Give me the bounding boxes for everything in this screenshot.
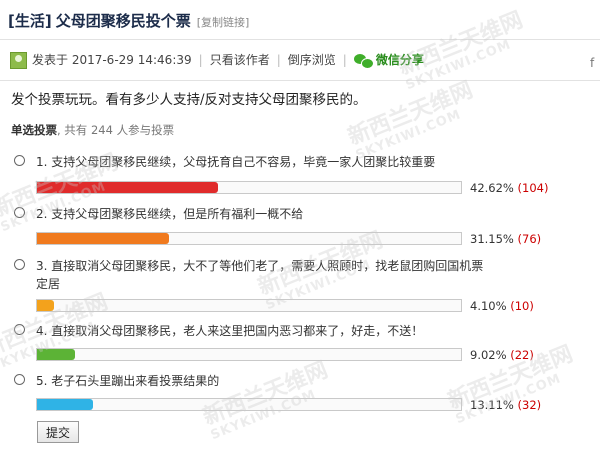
poll-option-radio[interactable] <box>14 207 25 218</box>
page-edge-glyph: f <box>590 56 595 70</box>
thread-title: 父母团聚移民投个票 <box>55 12 191 30</box>
poll-result-bar-fill <box>37 300 55 311</box>
poll-result-count: (10) <box>510 299 534 313</box>
poll-result-bar-fill <box>37 399 93 410</box>
post-body: 发个投票玩玩。看有多少人支持/反对支持父母团聚移民的。 <box>11 92 367 108</box>
poll-result-bar <box>36 181 462 194</box>
poll-result-percent: 42.62% <box>470 181 514 195</box>
poll-option-label[interactable]: 1. 支持父母团聚移民继续，父母抚育自己不容易，毕竟一家人团聚比较重要 <box>36 153 491 171</box>
poll-result-bar <box>36 232 462 245</box>
poll-option-radio[interactable] <box>14 324 25 335</box>
submit-vote-button[interactable]: 提交 <box>37 421 79 443</box>
poll-result-percent: 9.02% <box>470 348 507 362</box>
reverse-view-link[interactable]: 倒序浏览 <box>288 49 336 71</box>
poll-result-count: (22) <box>510 348 534 362</box>
poll-result-bar <box>36 398 462 411</box>
poll-result-percent: 4.10% <box>470 299 507 313</box>
poll-result-bar <box>36 348 462 361</box>
poll-result-count: (76) <box>517 232 542 246</box>
user-avatar-icon[interactable] <box>10 51 27 69</box>
wechat-share-link[interactable]: 微信分享 <box>376 49 424 71</box>
only-author-link[interactable]: 只看该作者 <box>210 49 270 71</box>
poll-option-radio[interactable] <box>14 259 25 270</box>
poll-option-label[interactable]: 5. 老子石头里蹦出来看投票结果的 <box>36 372 491 390</box>
poll-option-radio[interactable] <box>14 155 25 166</box>
poll-result-count: (104) <box>517 181 549 195</box>
poll-option-radio[interactable] <box>14 374 25 385</box>
divider <box>0 39 600 40</box>
poll-option-label[interactable]: 2. 支持父母团聚移民继续，但是所有福利一概不给 <box>36 205 491 223</box>
poll-option-label[interactable]: 4. 直接取消父母团聚移民，老人来这里把国内恶习都来了，好走，不送！ <box>36 322 491 340</box>
poll-result: 31.15% (76) <box>470 232 541 246</box>
poll-participants: , 共有 244 人参与投票 <box>57 123 175 137</box>
post-meta-bar: 发表于 2017-6-29 14:46:39 | 只看该作者 | 倒序浏览 | … <box>10 49 424 71</box>
poll-result-percent: 13.11% <box>470 398 514 412</box>
poll-option-label[interactable]: 3. 直接取消父母团聚移民，大不了等他们老了，需要人照顾时，找老鼠团购回国机票定… <box>36 257 491 293</box>
wechat-icon[interactable] <box>353 53 374 69</box>
poll-type-label: 单选投票 <box>11 123 57 137</box>
poll-header: 单选投票, 共有 244 人参与投票 <box>11 122 174 138</box>
poll-result-bar-fill <box>37 182 218 193</box>
separator: | <box>342 53 347 67</box>
copy-link-button[interactable]: [复制链接] <box>197 16 250 29</box>
poll-result: 42.62% (104) <box>470 181 548 195</box>
poll-result-percent: 31.15% <box>470 232 514 246</box>
poll-result: 9.02% (22) <box>470 348 534 362</box>
thread-header: [生活] 父母团聚移民投个票 [复制链接] <box>8 9 249 33</box>
poll-result: 13.11% (32) <box>470 398 541 412</box>
poll-result-count: (32) <box>517 398 542 412</box>
poll-result-bar-fill <box>37 349 76 360</box>
thread-category[interactable]: [生活] <box>8 12 52 30</box>
post-date: 发表于 2017-6-29 14:46:39 <box>32 53 192 67</box>
separator: | <box>198 53 203 67</box>
separator: | <box>276 53 281 67</box>
poll-result-bar <box>36 299 462 312</box>
poll-result: 4.10% (10) <box>470 299 534 313</box>
divider <box>0 80 600 81</box>
poll-result-bar-fill <box>37 233 170 244</box>
